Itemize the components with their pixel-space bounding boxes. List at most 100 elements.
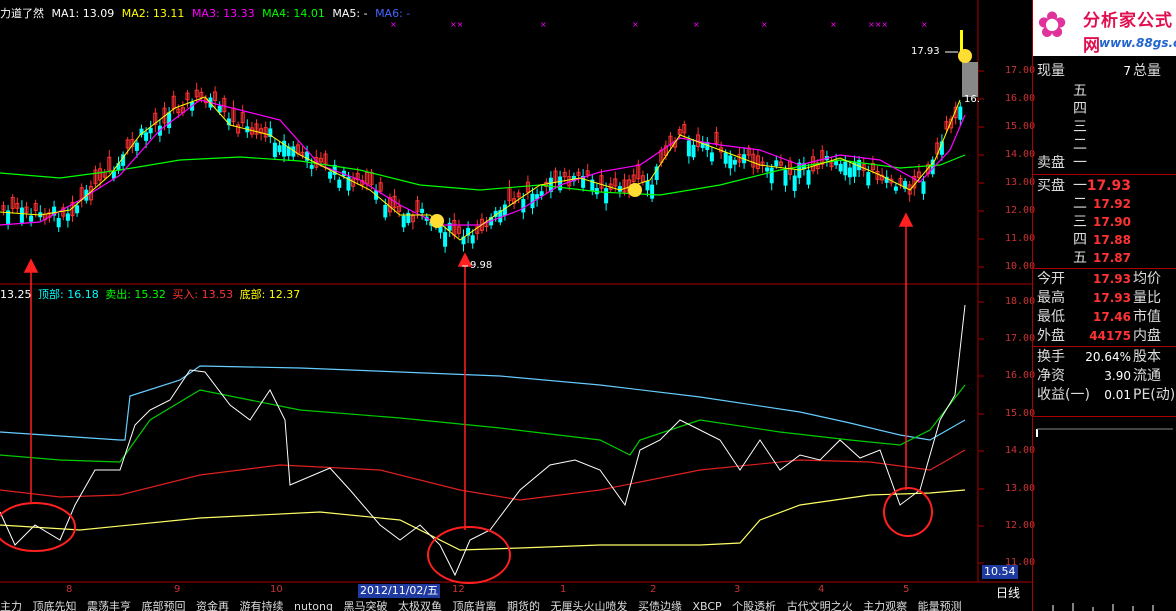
lower-y-ticks <box>978 301 984 564</box>
candle-body <box>539 191 544 196</box>
stat-value: 17.93 <box>1093 291 1131 305</box>
ma2-label: MA2: 13.11 <box>121 7 185 20</box>
chart-canvas[interactable]: × ×× × × × × × ××× × <box>0 0 1032 611</box>
highlight-block <box>962 62 978 97</box>
stat-label: 换手 <box>1037 349 1065 365</box>
candle-body <box>65 213 70 221</box>
stat-label: 最高 <box>1037 290 1065 306</box>
mini-tick-chart[interactable] <box>1033 416 1176 611</box>
x-axis-label: 9 <box>174 584 181 595</box>
sell-line <box>0 384 966 463</box>
x-axis-label: 2 <box>650 584 657 595</box>
candle-body <box>134 142 139 151</box>
cursor-date-tag: 2012/11/02/五 <box>358 584 441 598</box>
sell-level-row: 四 <box>1033 100 1176 118</box>
ma1-label: MA1: 13.09 <box>51 7 115 20</box>
candle-body <box>792 175 797 191</box>
candle-body <box>401 215 406 228</box>
lower-y-label: 14.00 <box>1005 445 1036 456</box>
candle-body <box>834 160 839 166</box>
buy-level-price: 17.92 <box>1093 197 1131 211</box>
stat-value: 17.93 <box>1093 272 1131 286</box>
candle-body <box>866 172 871 186</box>
buy-level-row: 五 17.87 <box>1033 249 1176 267</box>
svg-text:×: × <box>632 20 639 29</box>
indicator-value: 13.25 <box>0 288 32 301</box>
divider <box>1033 346 1176 347</box>
sell-level-label: 五 <box>1073 83 1087 99</box>
cursor-value-tag: 10.54 <box>982 565 1018 579</box>
mini-tick-canvas <box>1036 428 1173 611</box>
formula-tab[interactable]: 主力 <box>0 600 22 611</box>
sell-level-label: 二 <box>1073 137 1087 153</box>
stat-right-label: 流通 <box>1133 368 1161 384</box>
formula-tab[interactable]: 太极双鱼 <box>398 600 442 611</box>
lower-y-label: 12.00 <box>1005 520 1036 531</box>
formula-tab[interactable]: 买债边缘 <box>638 600 682 611</box>
lower-y-label: 13.00 <box>1005 483 1036 494</box>
formula-tab[interactable]: 顶底背离 <box>452 600 496 611</box>
ma5-label: MA5: - <box>332 7 368 20</box>
formula-tab[interactable]: nutong <box>294 600 333 611</box>
buy-level-row: 二 17.92 <box>1033 195 1176 213</box>
formula-tab[interactable]: 游有持续 <box>240 600 284 611</box>
candle-body <box>56 218 61 228</box>
candle-body <box>774 160 779 167</box>
candle-body <box>838 163 843 172</box>
candle-body <box>337 179 342 188</box>
candle-body <box>958 106 963 120</box>
candle-body <box>309 164 314 169</box>
upper-y-label: 14.00 <box>1005 149 1036 160</box>
stat-value: 3.90 <box>1104 369 1131 383</box>
upper-y-label: 16.00 <box>1005 93 1036 104</box>
divider <box>1033 268 1176 269</box>
buy-level-label: 五 <box>1073 250 1087 266</box>
buy-level-row: 三 17.90 <box>1033 213 1176 231</box>
stat-value: 20.64% <box>1085 350 1131 364</box>
signal-marks: × ×× × × × × × ××× × <box>390 20 928 29</box>
stat-row: 净资 3.90 流通 <box>1033 367 1176 385</box>
stat-row: 最低 17.46 市值 <box>1033 308 1176 326</box>
formula-tab[interactable]: 能量预测 <box>918 600 962 611</box>
buy-level-label: 一 <box>1073 178 1087 194</box>
sell-label: 卖出: 15.32 <box>105 288 166 301</box>
formula-tab[interactable]: 震荡丰亨 <box>87 600 131 611</box>
candle-body <box>29 215 34 222</box>
candle-body <box>732 159 737 165</box>
candle-body <box>277 145 282 153</box>
upper-y-label: 17.00 <box>1005 65 1036 76</box>
x-axis-label: 8 <box>66 584 73 595</box>
candle-body <box>728 155 733 169</box>
formula-tab[interactable]: 古代文明之火 <box>787 600 853 611</box>
formula-tab[interactable]: 期货的 <box>507 600 540 611</box>
svg-text:×: × <box>830 20 837 29</box>
formula-tab[interactable]: 无厘头火山喷发 <box>550 600 627 611</box>
candle-body <box>470 235 475 244</box>
sell-level-row: 五 <box>1033 82 1176 100</box>
formula-tab[interactable]: 资金再 <box>196 600 229 611</box>
buy-label: 买盘 <box>1037 178 1065 194</box>
formula-tab[interactable]: 黑马突破 <box>343 600 387 611</box>
svg-text:×: × <box>921 20 928 29</box>
formula-tab[interactable]: 个股透析 <box>732 600 776 611</box>
candle-body <box>420 208 425 213</box>
buy-level-label: 三 <box>1073 214 1087 230</box>
formula-tab[interactable]: 底部预回 <box>142 600 186 611</box>
kline-chart-area[interactable]: × ×× × × × × × ××× × 力道了然 MA1: 13.09 MA2… <box>0 0 1036 611</box>
stat-row: 换手 20.64% 股本 <box>1033 348 1176 366</box>
annotation-circles <box>0 487 933 584</box>
x-axis-label: 12 <box>452 584 465 595</box>
stat-row: 外盘 44175 内盘 <box>1033 327 1176 345</box>
ma4-label: MA4: 14.01 <box>262 7 325 20</box>
total-volume-label: 总量 <box>1133 63 1161 79</box>
buy-label: 买入: 13.53 <box>172 288 234 301</box>
low-price-label: 9.98 <box>470 260 493 271</box>
top-label: 顶部: 16.18 <box>38 288 99 301</box>
flower-icon: ✿ <box>1037 5 1068 46</box>
site-logo: ✿ 分析家公式网 www.88gs.com <box>1033 0 1176 56</box>
formula-tab[interactable]: XBCP <box>692 600 721 611</box>
bottom-label: 底部: 12.37 <box>239 288 301 301</box>
svg-text:××: ×× <box>450 20 463 29</box>
formula-tab[interactable]: 顶底先知 <box>33 600 77 611</box>
formula-tab[interactable]: 主力观察 <box>863 600 907 611</box>
